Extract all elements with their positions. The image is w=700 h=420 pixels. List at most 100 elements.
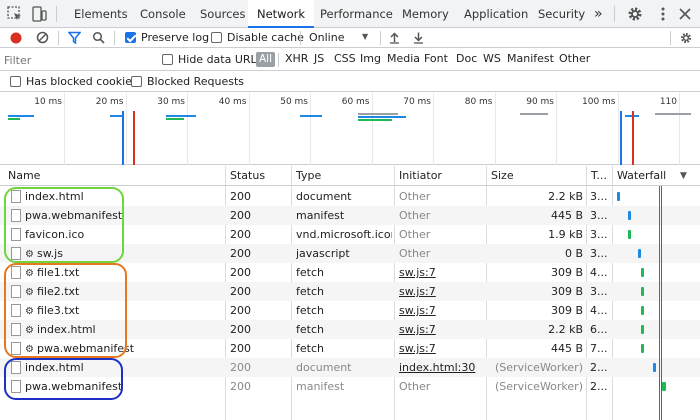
dom-content-loaded-marker [122,111,124,165]
filter-js-button[interactable]: JS [314,52,324,65]
request-name[interactable]: index.html [25,187,223,206]
filter-ws-button[interactable]: WS [483,52,501,65]
clear-icon[interactable] [36,31,49,44]
overview-tick-label: 70 ms [403,97,431,107]
request-initiator[interactable]: sw.js:7 [399,282,485,301]
col-status-header[interactable]: Status [226,166,290,186]
request-name[interactable]: favicon.ico [25,225,223,244]
request-size: 445 B [550,342,583,355]
table-row[interactable]: favicon.ico 200 vnd.microsoft.icon Other 1.9… [0,225,700,244]
preserve-log-checkbox[interactable] [125,32,136,43]
request-initiator[interactable]: index.html:30 [399,358,485,377]
devtools-tabbar: Elements Console Sources Network Perform… [0,0,700,29]
overview-gridline [679,93,680,165]
filter-css-button[interactable]: CSS [334,52,356,65]
import-har-icon[interactable] [388,31,401,44]
request-name[interactable]: index.html [25,358,223,377]
table-row[interactable]: ⚙ sw.js 200 javascript Other 0 B 3... [0,244,700,263]
overview-tick-label: 50 ms [280,97,308,107]
preserve-log-label[interactable]: Preserve log [141,31,209,44]
tab-memory[interactable]: Memory [392,0,459,28]
request-initiator[interactable]: sw.js:7 [399,263,485,282]
table-row[interactable]: ⚙ file1.txt 200 fetch sw.js:7 309 B 4... [0,263,700,282]
throttling-dropdown-icon[interactable]: ▼ [362,32,368,41]
request-initiator[interactable]: sw.js:7 [399,339,485,358]
filter-input[interactable] [4,52,154,68]
disable-cache-checkbox[interactable] [211,32,222,43]
blocked-requests-label[interactable]: Blocked Requests [147,75,244,88]
request-type: javascript [296,247,350,260]
table-row[interactable]: ⚙ file3.txt 200 fetch sw.js:7 309 B 4... [0,301,700,320]
col-name-header[interactable]: Name [4,166,224,186]
tab-sources[interactable]: Sources [190,0,256,28]
record-icon[interactable] [10,32,22,44]
has-blocked-cookies-checkbox[interactable] [10,76,21,87]
request-name[interactable]: pwa.webmanifest [25,206,223,225]
hide-data-urls-label[interactable]: Hide data URLs [178,53,262,66]
table-row[interactable]: ⚙ file2.txt 200 fetch sw.js:7 309 B 3... [0,282,700,301]
table-row[interactable]: index.html 200 document index.html:30 (Servi… [0,358,700,377]
export-har-icon[interactable] [412,31,425,44]
device-toolbar-icon[interactable] [30,5,48,23]
blocked-requests-checkbox[interactable] [131,76,142,87]
more-tabs-chevron-icon[interactable]: » [594,0,603,28]
close-devtools-icon[interactable] [676,5,694,23]
settings-gear-icon[interactable] [626,5,644,23]
network-overview-timeline[interactable]: 10 ms 20 ms 30 ms 40 ms 50 ms 60 ms 70 ms 80 ms… [0,93,700,165]
overview-tick-label: 90 ms [526,97,554,107]
waterfall-bar [641,287,644,296]
table-row[interactable]: ⚙ pwa.webmanifest 200 fetch sw.js:7 445 B 7... [0,339,700,358]
request-initiator: Other [399,380,431,393]
table-row[interactable]: pwa.webmanifest 200 manifest Other 445 B 3... [0,206,700,225]
filter-media-button[interactable]: Media [387,52,420,65]
table-row[interactable]: pwa.webmanifest 200 manifest Other (ServiceW… [0,377,700,396]
request-name-text: pwa.webmanifest [25,209,123,222]
tab-network[interactable]: Network [248,0,315,29]
table-row[interactable]: index.html 200 document Other 2.2 kB 3... [0,187,700,206]
waterfall-sort-chevron-icon[interactable]: ▼ [680,171,687,181]
service-worker-gear-icon: ⚙ [25,344,34,355]
request-name[interactable]: pwa.webmanifest [25,377,223,396]
network-settings-gear-icon[interactable] [679,31,693,45]
request-table-header: Name Status Type Initiator Size T... Wat… [0,166,700,186]
col-time-header[interactable]: T... [587,166,613,186]
request-name[interactable]: ⚙ file3.txt [25,301,223,320]
tab-console[interactable]: Console [130,0,196,28]
tab-security[interactable]: Security [528,0,595,28]
col-type-header[interactable]: Type [292,166,392,186]
filter-img-button[interactable]: Img [360,52,381,65]
table-row[interactable]: ⚙ index.html 200 fetch sw.js:7 2.2 kB 6... [0,320,700,339]
tab-performance[interactable]: Performance [310,0,403,28]
disable-cache-label[interactable]: Disable cache [227,31,304,44]
request-name[interactable]: ⚙ file2.txt [25,282,223,301]
request-status: 200 [230,342,251,355]
col-size-header[interactable]: Size [487,166,585,186]
request-initiator[interactable]: sw.js:7 [399,301,485,320]
filter-funnel-icon[interactable] [68,31,81,44]
has-blocked-cookies-label[interactable]: Has blocked cookies [26,75,138,88]
filter-xhr-button[interactable]: XHR [285,52,308,65]
request-name-text: favicon.ico [25,228,85,241]
col-initiator-header[interactable]: Initiator [395,166,485,186]
inspect-element-icon[interactable] [6,5,24,23]
file-icon [11,247,21,260]
filter-doc-button[interactable]: Doc [456,52,477,65]
tab-elements[interactable]: Elements [64,0,138,28]
throttling-select[interactable]: Online [309,31,344,44]
filter-font-button[interactable]: Font [424,52,448,65]
request-name[interactable]: ⚙ index.html [25,320,223,339]
hide-data-urls-checkbox[interactable] [162,54,173,65]
request-time: 2... [590,361,608,374]
request-initiator[interactable]: sw.js:7 [399,320,485,339]
search-icon[interactable] [92,31,105,44]
file-icon [11,266,21,279]
filter-all-button[interactable]: All [256,52,276,67]
filter-other-button[interactable]: Other [559,52,590,65]
more-options-icon[interactable] [654,5,672,23]
tab-application[interactable]: Application [454,0,538,28]
request-name[interactable]: ⚙ file1.txt [25,263,223,282]
request-name[interactable]: ⚙ pwa.webmanifest [25,339,223,358]
request-status: 200 [230,285,251,298]
filter-manifest-button[interactable]: Manifest [507,52,554,65]
request-name[interactable]: ⚙ sw.js [25,244,223,263]
